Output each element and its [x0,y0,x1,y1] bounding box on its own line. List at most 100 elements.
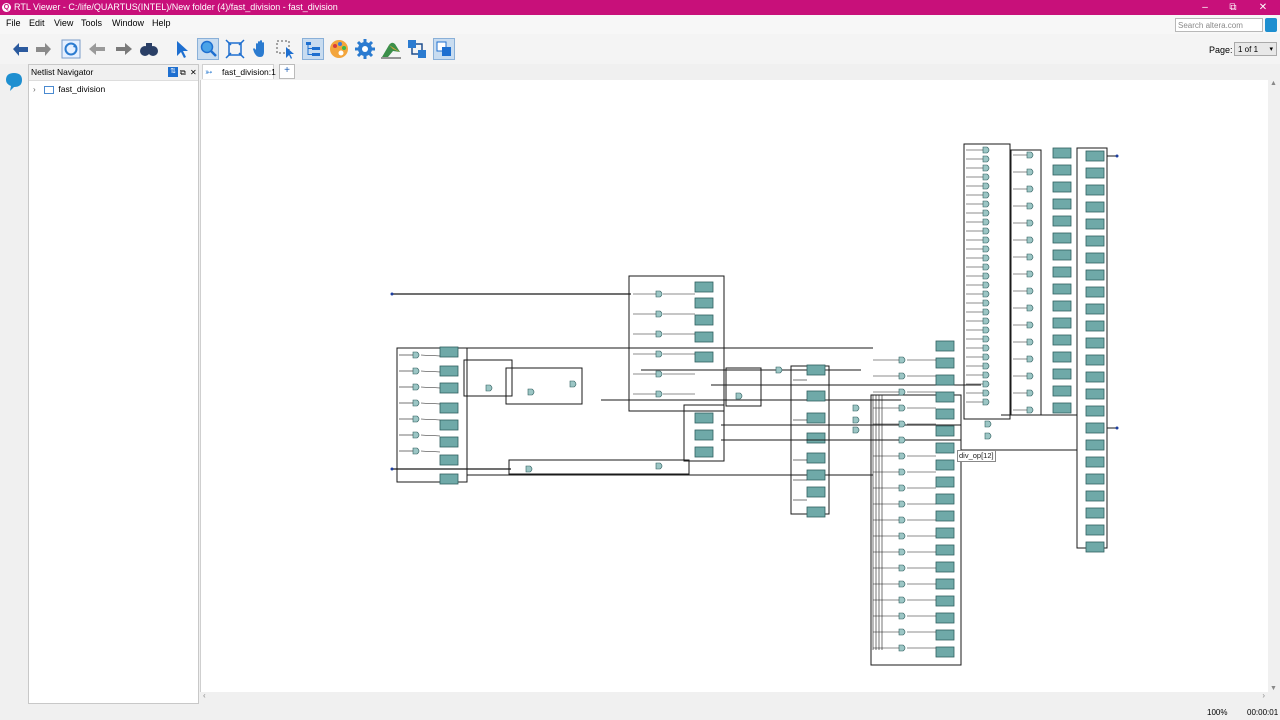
logic-gate [655,290,663,298]
menu-edit[interactable]: Edit [29,18,45,28]
logic-gate [898,548,906,556]
close-panel-icon[interactable]: ✕ [190,65,197,80]
register-block [1085,218,1105,230]
refresh-icon[interactable] [60,38,82,60]
color-icon[interactable] [328,38,350,60]
register-block [439,346,459,358]
register-block [935,493,955,505]
hand-icon[interactable] [250,38,272,60]
status-bar: 100% 00:00:01 [0,704,1280,720]
menu-bar: File Edit View Tools Window Help [0,15,1280,34]
logic-gate [1026,304,1034,312]
minimize-button[interactable]: – [1190,0,1220,15]
restore-button[interactable]: ⧉ [1218,0,1248,15]
menu-file[interactable]: File [6,18,21,28]
page-label: Page: [1209,45,1233,55]
wire [420,370,441,373]
float-icon[interactable]: ⧉ [180,65,186,80]
logic-gate [655,462,663,470]
find-icon[interactable] [138,38,160,60]
logic-gate [982,155,990,163]
scroll-up-icon[interactable]: ▲ [1270,80,1277,87]
logic-gate [982,182,990,190]
logic-gate [1026,270,1034,278]
page-select[interactable]: 1 of 1 ▾ [1234,42,1277,56]
logic-gate [898,612,906,620]
logic-gate [898,372,906,380]
register-block [1052,334,1072,346]
logic-gate [898,516,906,524]
output-pin [1115,426,1119,430]
logic-gate [982,299,990,307]
pin-icon[interactable]: ⇅ [168,67,178,77]
scroll-down-icon[interactable]: ▼ [1270,685,1277,692]
hierarchy-icon[interactable] [302,38,324,60]
register-block [1085,201,1105,213]
area-select-icon[interactable] [275,38,297,60]
logic-gate [982,200,990,208]
next-icon[interactable] [113,38,135,60]
left-strip [0,64,28,704]
fit-window-icon[interactable] [224,38,246,60]
logic-gate [982,191,990,199]
previous-icon[interactable] [86,38,108,60]
register-block [935,374,955,386]
register-block [935,340,955,352]
register-block [1052,164,1072,176]
chat-bubble-icon[interactable] [3,70,31,100]
register-block [935,391,955,403]
register-block [1085,507,1105,519]
register-block [694,446,714,458]
menu-tools[interactable]: Tools [81,18,102,28]
tab-fast-division[interactable]: ➳ fast_division:1 [202,64,276,79]
tab-label: fast_division:1 [222,67,276,77]
back-icon[interactable] [9,38,31,60]
scroll-right-icon[interactable]: › [1262,691,1265,700]
zoom-level: 100% [1207,708,1228,717]
schematic-diagram[interactable] [201,80,1269,692]
netlist-icon[interactable] [406,38,428,60]
search-input[interactable]: Search altera.com [1175,18,1263,32]
register-block [935,595,955,607]
vertical-scrollbar[interactable]: ▲ ▼ [1268,80,1280,692]
logic-gate [525,465,533,473]
register-block [935,544,955,556]
tree-item-fast-division[interactable]: › fast_division [33,84,105,94]
menu-window[interactable]: Window [112,18,144,28]
bird-icon[interactable] [380,38,402,60]
settings-icon[interactable] [354,38,376,60]
register-block [1052,215,1072,227]
select-icon[interactable] [171,38,193,60]
expand-arrow-icon[interactable]: › [33,85,36,94]
register-block [1085,354,1105,366]
wire [420,402,441,405]
page-toggle-icon[interactable] [433,38,455,60]
logic-gate [982,254,990,262]
search-go-icon[interactable] [1265,18,1277,32]
scroll-left-icon[interactable]: ‹ [203,691,206,700]
register-block [935,357,955,369]
register-block [694,297,714,309]
logic-gate [898,484,906,492]
register-block [1085,337,1105,349]
forward-icon[interactable] [33,38,55,60]
wire [420,354,441,357]
menu-help[interactable]: Help [152,18,171,28]
register-block [1052,198,1072,210]
logic-gate [775,366,783,374]
menu-view[interactable]: View [54,18,73,28]
zoom-icon[interactable] [197,38,219,60]
add-tab-button[interactable]: + [279,64,295,79]
horizontal-scrollbar[interactable]: ‹ › [200,691,1268,702]
register-block [1085,269,1105,281]
logic-gate [735,392,743,400]
logic-gate [982,218,990,226]
register-block [1085,490,1105,502]
hierarchy-node-icon [44,85,55,94]
register-block [1085,252,1105,264]
logic-gate [1026,321,1034,329]
close-button[interactable]: ✕ [1248,0,1278,15]
schematic-canvas[interactable] [200,80,1269,692]
navigator-header: Netlist Navigator ⇅ ⧉ ✕ [29,65,198,81]
logic-gate [982,281,990,289]
